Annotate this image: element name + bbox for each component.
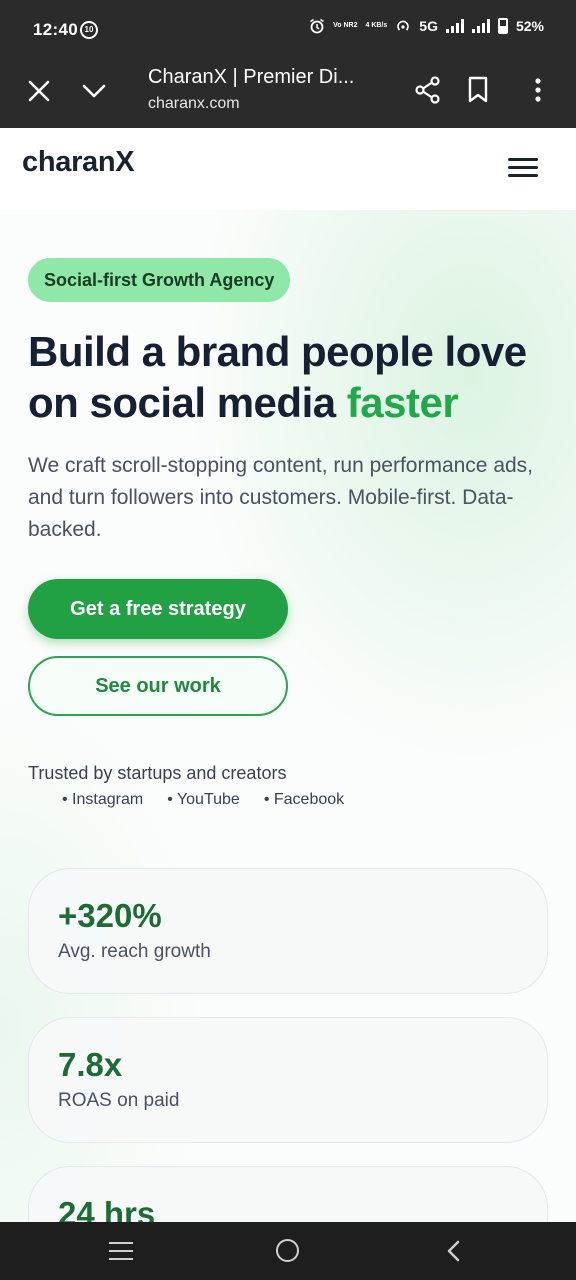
battery-icon	[497, 18, 508, 34]
battery-percent: 52%	[515, 18, 544, 34]
hamburger-menu-icon[interactable]	[508, 158, 538, 180]
signal-icon	[445, 19, 464, 33]
system-nav-bar	[0, 1222, 576, 1280]
platform-instagram: Instagram	[62, 791, 143, 809]
hero-title: Build a brand people love on social medi…	[28, 326, 558, 428]
share-icon[interactable]	[414, 75, 442, 105]
trusted-text: Trusted by startups and creators	[28, 763, 287, 783]
web-page: charanX Social-first Growth Agency Build…	[0, 128, 576, 1222]
site-header: charanX	[0, 128, 576, 210]
close-icon[interactable]	[26, 78, 52, 104]
agency-badge: Social-first Growth Agency	[28, 258, 291, 302]
site-logo[interactable]: charanX	[22, 146, 135, 179]
platform-facebook: Facebook	[264, 791, 344, 809]
status-bar: 12:40 10 Vo NR2 4 KB/s 5G 52%	[0, 0, 576, 60]
chevron-down-icon[interactable]	[80, 78, 108, 104]
home-icon[interactable]	[276, 1239, 299, 1262]
browser-toolbar: CharanX | Premier Di... charanx.com	[0, 60, 576, 128]
stat-card-time: 24 hrs	[28, 1166, 548, 1222]
bookmark-icon[interactable]	[466, 75, 490, 105]
more-vert-icon[interactable]	[526, 75, 550, 105]
network-type: 5G	[419, 18, 438, 34]
stat-label: ROAS on paid	[58, 1090, 180, 1111]
speed-label: 4 KB/s	[365, 22, 388, 29]
stat-card-reach: +320% Avg. reach growth	[28, 868, 548, 994]
recent-apps-icon[interactable]	[109, 1242, 133, 1260]
volte-label: Vo NR2	[333, 22, 358, 29]
stat-value: 7.8x	[58, 1046, 123, 1083]
see-our-work-button[interactable]: See our work	[28, 656, 288, 716]
page-title[interactable]: CharanX | Premier Di...	[148, 66, 354, 89]
signal-icon-2	[471, 19, 490, 33]
stat-card-roas: 7.8x ROAS on paid	[28, 1017, 548, 1143]
status-time: 12:40	[33, 20, 78, 39]
stat-value: 24 hrs	[58, 1195, 156, 1222]
notification-badge: 10	[80, 21, 98, 39]
hero-subtitle: We craft scroll-stopping content, run pe…	[28, 454, 534, 541]
hotspot-icon	[397, 20, 410, 31]
platform-list: Instagram YouTube Facebook	[62, 791, 344, 809]
stat-value: +320%	[58, 897, 162, 934]
page-url[interactable]: charanx.com	[148, 95, 240, 113]
back-icon[interactable]	[444, 1239, 464, 1263]
hero-title-accent: faster	[346, 379, 459, 426]
get-free-strategy-button[interactable]: Get a free strategy	[28, 579, 288, 639]
platform-youtube: YouTube	[167, 791, 240, 809]
status-icons: Vo NR2 4 KB/s 5G 52%	[309, 18, 544, 34]
stat-label: Avg. reach growth	[58, 941, 211, 962]
alarm-icon	[310, 18, 325, 34]
